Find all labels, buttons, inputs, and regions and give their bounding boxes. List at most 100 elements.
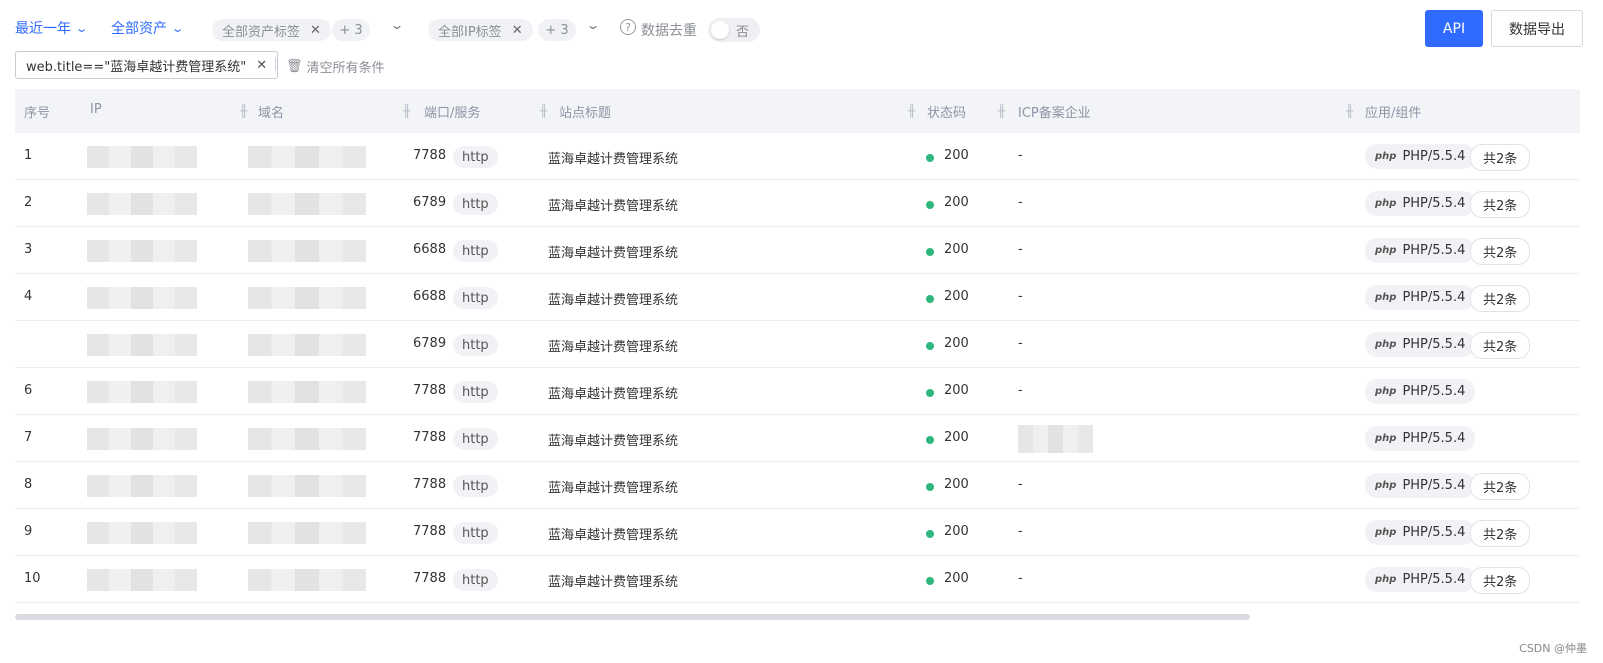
site-title[interactable]: 蓝海卓越计费管理系统 [548, 289, 678, 308]
ip-redacted [87, 428, 197, 450]
app-badge[interactable]: php PHP/5.5.4 [1365, 191, 1476, 216]
php-logo-icon: php [1375, 574, 1397, 585]
more-components-button[interactable]: 共2条 [1470, 144, 1531, 171]
domain-redacted [248, 522, 366, 544]
asset-tag-more[interactable]: + 3 [332, 19, 370, 41]
app-badge[interactable]: php PHP/5.5.4 [1365, 144, 1476, 169]
table-row[interactable]: 6789 http 蓝海卓越计费管理系统 200 - php PHP/5.5.4 共2条 [15, 321, 1580, 368]
ip-redacted [87, 287, 197, 309]
site-title[interactable]: 蓝海卓越计费管理系统 [548, 571, 678, 590]
table-row[interactable]: 2 6789 http 蓝海卓越计费管理系统 200 - php PHP/5.5.4 共2… [15, 180, 1580, 227]
table-row[interactable]: 4 6688 http 蓝海卓越计费管理系统 200 - php PHP/5.5.4 共2… [15, 274, 1580, 321]
table-row[interactable]: 8 7788 http 蓝海卓越计费管理系统 200 - php PHP/5.5.4 共2… [15, 462, 1580, 509]
service-badge: http [453, 287, 498, 309]
table-row[interactable]: 1 7788 http 蓝海卓越计费管理系统 200 - php PHP/5.5.4 共2… [15, 133, 1580, 180]
close-icon[interactable]: ✕ [512, 23, 523, 38]
table-row[interactable]: 3 6688 http 蓝海卓越计费管理系统 200 - php PHP/5.5.4 共2… [15, 227, 1580, 274]
php-logo-icon: php [1375, 433, 1397, 444]
app-badge[interactable]: php PHP/5.5.4 [1365, 473, 1476, 498]
ip-redacted [87, 146, 197, 168]
status-code: 200 [944, 148, 969, 163]
condition-chip[interactable]: web.title=="蓝海卓越计费管理系统" ✕ [15, 51, 279, 79]
app-badge[interactable]: php PHP/5.5.4 [1365, 426, 1476, 451]
php-logo-icon: php [1375, 292, 1397, 303]
asset-tag-chevron-down-icon[interactable]: ⌄ [389, 18, 404, 32]
asset-tag-chip[interactable]: 全部资产标签 ✕ [212, 19, 331, 41]
asset-scope-dropdown[interactable]: 全部资产 ⌄ [111, 18, 185, 38]
ip-redacted [87, 522, 197, 544]
column-resize-handle[interactable]: ╫ [1346, 104, 1353, 118]
status-code: 200 [944, 242, 969, 257]
column-resize-handle[interactable]: ╫ [403, 104, 410, 118]
icp-value: - [1018, 195, 1023, 210]
app-badge[interactable]: php PHP/5.5.4 [1365, 238, 1476, 263]
table-row[interactable]: 6 7788 http 蓝海卓越计费管理系统 200 - php PHP/5.5.4 [15, 368, 1580, 415]
app-label: PHP/5.5.4 [1402, 431, 1466, 446]
app-badge[interactable]: php PHP/5.5.4 [1365, 379, 1476, 404]
domain-redacted [248, 334, 366, 356]
status-dot [926, 436, 934, 444]
dedupe-toggle[interactable]: 否 [708, 18, 760, 42]
export-button[interactable]: 数据导出 [1491, 10, 1583, 47]
site-title[interactable]: 蓝海卓越计费管理系统 [548, 383, 678, 402]
watermark: CSDN @仲墨 [1519, 642, 1587, 655]
ip-tag-more[interactable]: + 3 [538, 19, 576, 41]
more-components-button[interactable]: 共2条 [1470, 191, 1531, 218]
app-badge[interactable]: php PHP/5.5.4 [1365, 520, 1476, 545]
more-components-button[interactable]: 共2条 [1470, 520, 1531, 547]
site-title[interactable]: 蓝海卓越计费管理系统 [548, 148, 678, 167]
table-row[interactable]: 9 7788 http 蓝海卓越计费管理系统 200 - php PHP/5.5.4 共2… [15, 509, 1580, 556]
table-row[interactable]: 10 7788 http 蓝海卓越计费管理系统 200 - php PHP/5.5.4 共… [15, 556, 1580, 603]
app-badge[interactable]: php PHP/5.5.4 [1365, 567, 1476, 592]
more-components-button[interactable]: 共2条 [1470, 332, 1531, 359]
app-badge[interactable]: php PHP/5.5.4 [1365, 332, 1476, 357]
app-badge[interactable]: php PHP/5.5.4 [1365, 285, 1476, 310]
row-index: 6 [24, 383, 33, 398]
status-dot [926, 342, 934, 350]
domain-redacted [248, 428, 366, 450]
site-title[interactable]: 蓝海卓越计费管理系统 [548, 242, 678, 261]
app-label: PHP/5.5.4 [1402, 384, 1466, 399]
status-dot [926, 154, 934, 162]
column-resize-handle[interactable]: ╫ [240, 104, 247, 118]
icp-value: - [1018, 571, 1023, 586]
column-resize-handle[interactable]: ╫ [998, 104, 1005, 118]
horizontal-scrollbar[interactable] [15, 614, 1250, 620]
app-label: PHP/5.5.4 [1402, 196, 1466, 211]
php-logo-icon: php [1375, 245, 1397, 256]
help-icon[interactable]: ? [620, 19, 636, 35]
php-logo-icon: php [1375, 480, 1397, 491]
ip-tag-chip[interactable]: 全部IP标签 ✕ [428, 19, 533, 41]
chevron-down-icon: ⌄ [74, 21, 89, 35]
time-range-dropdown[interactable]: 最近一年 ⌄ [15, 18, 89, 38]
more-components-button[interactable]: 共2条 [1470, 567, 1531, 594]
column-resize-handle[interactable]: ╫ [908, 104, 915, 118]
api-button[interactable]: API [1425, 10, 1483, 47]
status-code: 200 [944, 289, 969, 304]
port-value: 7788 [413, 524, 447, 539]
clear-all-button[interactable]: 🗑 清空所有条件 [286, 57, 385, 76]
status-code: 200 [944, 195, 969, 210]
status-dot [926, 201, 934, 209]
table-row[interactable]: 7 7788 http 蓝海卓越计费管理系统 200 php PHP/5.5.4 [15, 415, 1580, 462]
column-resize-handle[interactable]: ╫ [540, 104, 547, 118]
domain-redacted [248, 287, 366, 309]
site-title[interactable]: 蓝海卓越计费管理系统 [548, 524, 678, 543]
close-icon[interactable]: ✕ [256, 58, 267, 73]
more-components-button[interactable]: 共2条 [1470, 238, 1531, 265]
site-title[interactable]: 蓝海卓越计费管理系统 [548, 336, 678, 355]
domain-redacted [248, 146, 366, 168]
app-label: PHP/5.5.4 [1402, 572, 1466, 587]
close-icon[interactable]: ✕ [310, 23, 321, 38]
site-title[interactable]: 蓝海卓越计费管理系统 [548, 430, 678, 449]
more-components-button[interactable]: 共2条 [1470, 473, 1531, 500]
icp-value: - [1018, 148, 1023, 163]
domain-redacted [248, 193, 366, 215]
site-title[interactable]: 蓝海卓越计费管理系统 [548, 477, 678, 496]
site-title[interactable]: 蓝海卓越计费管理系统 [548, 195, 678, 214]
status-dot [926, 248, 934, 256]
time-range-label: 最近一年 [15, 21, 71, 37]
ip-tag-chevron-down-icon[interactable]: ⌄ [585, 18, 600, 32]
status-dot [926, 389, 934, 397]
more-components-button[interactable]: 共2条 [1470, 285, 1531, 312]
